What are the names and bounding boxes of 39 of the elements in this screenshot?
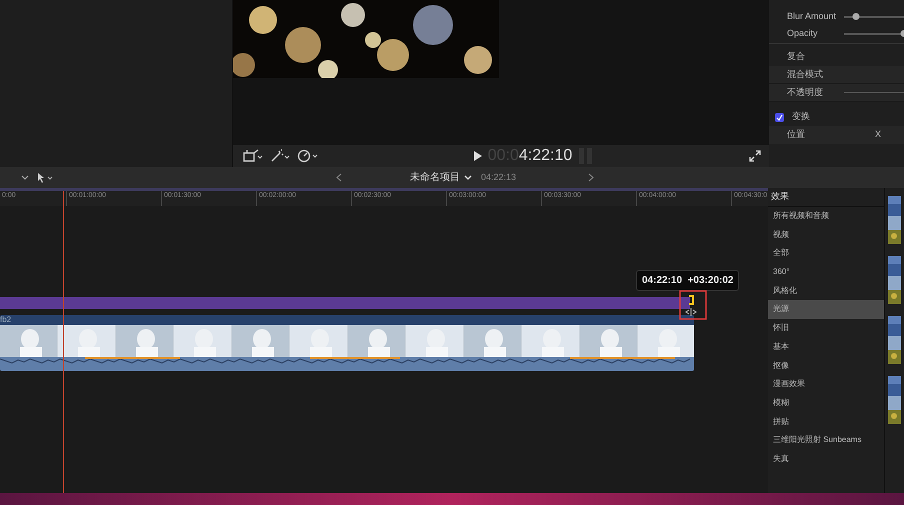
crop-tool-icon[interactable]	[241, 149, 263, 163]
category-item[interactable]: 风格化	[768, 281, 884, 300]
project-duration: 04:22:13	[481, 170, 516, 184]
property-label: 不透明度	[787, 86, 823, 99]
browser-title: 效果	[768, 188, 884, 207]
slider-thumb[interactable]	[852, 13, 860, 20]
slider-label: Opacity	[787, 26, 818, 40]
category-item[interactable]: 光源	[768, 300, 884, 319]
axis-label: X	[875, 128, 882, 142]
category-item[interactable]: 拼贴	[768, 412, 884, 431]
play-icon[interactable]	[474, 151, 482, 161]
timecode: 4:22:10	[518, 146, 572, 166]
trim-handle-icon	[679, 290, 707, 320]
category-item[interactable]: 三维阳光照射 Sunbeams	[768, 430, 884, 450]
speedometer-icon[interactable]	[297, 149, 319, 163]
timecode-tooltip: 04:22:10 +03:20:02	[636, 270, 740, 291]
category-item[interactable]: 模糊	[768, 394, 884, 412]
category-item[interactable]: 基本	[768, 338, 884, 356]
category-item[interactable]: 360°	[768, 262, 884, 282]
section-heading: 复合	[787, 50, 805, 64]
property-label: 混合模式	[787, 68, 823, 81]
video-clip[interactable]: fb2	[0, 315, 694, 371]
category-item[interactable]: 所有视频和音频	[768, 206, 884, 226]
category-item[interactable]: 怀旧	[768, 318, 884, 338]
fullscreen-icon[interactable]	[749, 150, 761, 162]
project-name[interactable]: 未命名项目	[410, 170, 460, 185]
magic-wand-icon[interactable]	[269, 149, 291, 163]
category-item[interactable]: 漫画效果	[768, 374, 884, 394]
dropdown-icon[interactable]	[463, 174, 473, 182]
section-heading: 变换	[792, 110, 810, 124]
category-item[interactable]: 视频	[768, 225, 884, 244]
category-item[interactable]: 失真	[768, 450, 884, 468]
checkbox[interactable]	[775, 112, 784, 122]
connected-clip-bar[interactable]	[0, 297, 690, 309]
category-item[interactable]: 抠像	[768, 356, 884, 375]
clip-name: fb2	[0, 315, 12, 325]
property-label: 位置	[787, 128, 806, 142]
category-item[interactable]: 全部	[768, 244, 884, 263]
slider-label: Blur Amount	[787, 10, 836, 24]
